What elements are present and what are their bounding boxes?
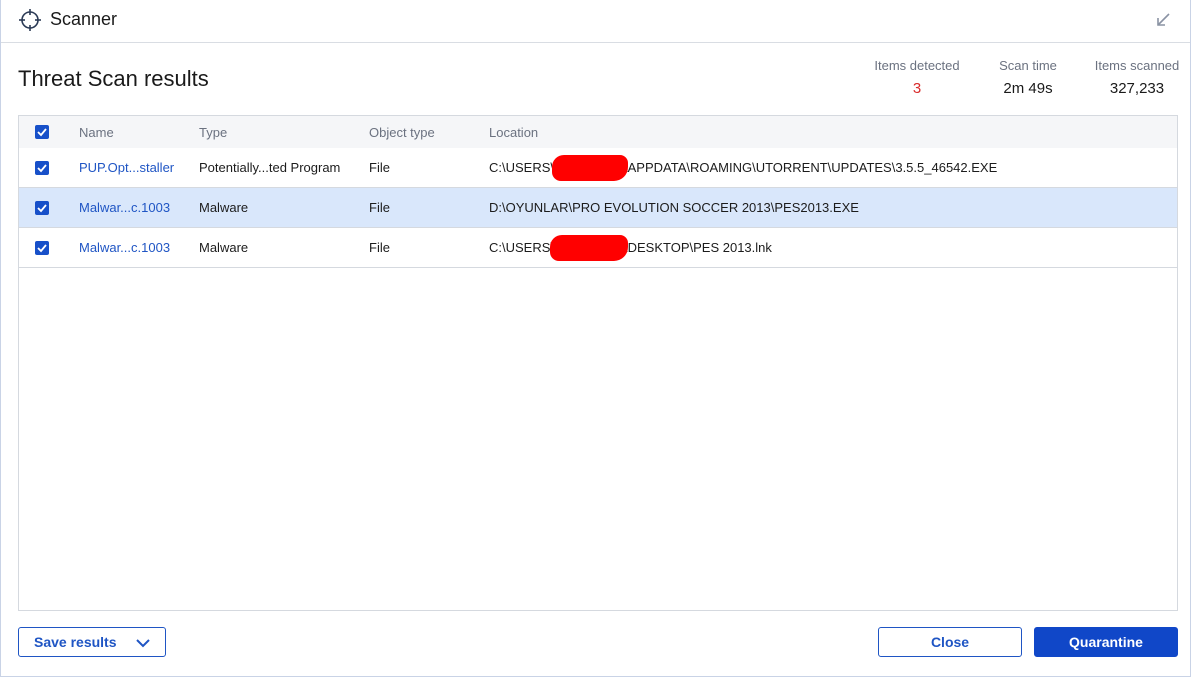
column-header-name[interactable]: Name xyxy=(79,125,114,140)
redaction-mark xyxy=(552,155,628,181)
row-checkbox[interactable] xyxy=(35,201,49,215)
location-suffix: \DESKTOP\PES 2013.lnk xyxy=(624,240,772,255)
threat-name-link[interactable]: PUP.Opt...staller xyxy=(79,160,174,175)
row-checkbox[interactable] xyxy=(35,161,49,175)
threat-type: Potentially...ted Program xyxy=(199,160,341,175)
window-title: Scanner xyxy=(50,9,118,29)
column-header-type[interactable]: Type xyxy=(199,125,227,140)
quarantine-button[interactable]: Quarantine xyxy=(1034,627,1178,657)
location-suffix: \APPDATA\ROAMING\UTORRENT\UPDATES\3.5.5_… xyxy=(624,160,998,175)
threat-type: Malware xyxy=(199,240,249,255)
select-all-checkbox[interactable] xyxy=(35,125,49,139)
location-prefix: C:\USERS\ xyxy=(489,240,555,255)
arrow-down-left-icon[interactable] xyxy=(1153,10,1173,30)
stat-items-detected: Items detected 3 xyxy=(870,58,964,97)
object-type: File xyxy=(369,160,390,175)
column-header-object-type[interactable]: Object type xyxy=(369,125,435,140)
redaction-mark xyxy=(550,235,628,261)
stat-items-scanned: Items scanned 327,233 xyxy=(1092,58,1182,97)
object-type: File xyxy=(369,200,390,215)
chevron-down-icon xyxy=(135,636,151,652)
table-row[interactable]: Malwar...c.1003 Malware File C:\USERS\ \… xyxy=(19,228,1177,268)
stat-label: Items scanned xyxy=(1094,58,1180,73)
crosshair-icon xyxy=(18,8,42,32)
results-table: Name Type Object type Location PUP.Opt..… xyxy=(18,115,1178,611)
threat-name-link[interactable]: Malwar...c.1003 xyxy=(79,200,170,215)
page-title: Threat Scan results xyxy=(18,66,209,91)
close-button[interactable]: Close xyxy=(878,627,1022,657)
row-checkbox[interactable] xyxy=(35,241,49,255)
location-prefix: C:\USERS\ xyxy=(489,160,555,175)
location-prefix: D:\OYUNLAR\PRO EVOLUTION SOCCER 2013\PES… xyxy=(489,200,859,215)
stat-value: 327,233 xyxy=(1109,80,1165,97)
stat-value: 3 xyxy=(912,80,922,97)
scanner-window: Scanner Threat Scan results Items detect… xyxy=(0,0,1191,677)
stat-label: Scan time xyxy=(999,58,1057,73)
table-row[interactable]: Malwar...c.1003 Malware File D:\OYUNLAR\… xyxy=(19,188,1177,228)
threat-type: Malware xyxy=(199,200,249,215)
title-bar: Scanner xyxy=(1,0,1190,43)
table-header: Name Type Object type Location xyxy=(19,116,1177,149)
stat-label: Items detected xyxy=(874,58,960,73)
save-results-label: Save results xyxy=(34,634,117,650)
threat-name-link[interactable]: Malwar...c.1003 xyxy=(79,240,170,255)
save-results-button[interactable]: Save results xyxy=(18,627,166,657)
stat-value: 2m 49s xyxy=(1003,80,1053,97)
column-header-location[interactable]: Location xyxy=(489,125,538,140)
table-row[interactable]: PUP.Opt...staller Potentially...ted Prog… xyxy=(19,148,1177,188)
object-type: File xyxy=(369,240,390,255)
stat-scan-time: Scan time 2m 49s xyxy=(995,58,1061,97)
